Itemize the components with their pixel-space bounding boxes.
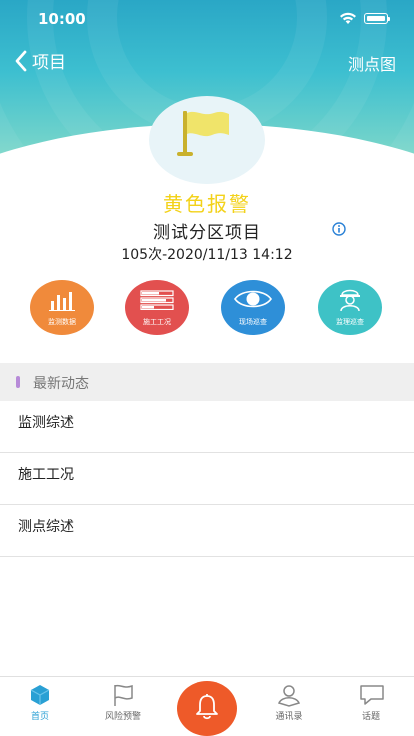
monitor-data-label: 监测数据 xyxy=(48,318,76,326)
supervisor-inspection-button[interactable]: 监理巡查 xyxy=(318,280,382,335)
tab-topics[interactable]: 话题 xyxy=(336,677,406,736)
home-icon xyxy=(30,685,50,705)
back-label: 项目 xyxy=(32,53,66,73)
site-inspection-button[interactable]: 现场巡查 xyxy=(221,280,285,335)
tab-label: 话题 xyxy=(361,712,380,722)
bar-chart-icon xyxy=(49,292,75,311)
nav-bar: 项目 测点图 xyxy=(0,44,414,78)
measure-point-map-link[interactable]: 测点图 xyxy=(348,51,396,75)
status-time: 10:00 xyxy=(38,10,86,28)
list-item-point-summary[interactable]: 测点综述 xyxy=(0,505,414,557)
battery-icon xyxy=(364,13,390,24)
alarm-level: 黄色报警 xyxy=(163,192,251,216)
alert-center-button[interactable] xyxy=(177,681,237,736)
contacts-icon xyxy=(277,685,301,707)
tab-home[interactable]: 首页 xyxy=(5,677,75,736)
status-bar: 10:00 xyxy=(0,0,414,36)
project-screen: 10:00 项目 测点图 黄色报警 测试分区项目 105次-2020/11/13… xyxy=(0,0,414,736)
tab-contacts[interactable]: 通讯录 xyxy=(254,677,324,736)
inspector-icon xyxy=(340,289,360,311)
chat-icon xyxy=(360,685,384,705)
tab-risk-warning[interactable]: 风险预警 xyxy=(88,677,158,736)
list-item-label: 测点综述 xyxy=(18,519,74,535)
supervisor-inspection-label: 监理巡查 xyxy=(336,318,364,326)
list-item-label: 监测综述 xyxy=(18,415,74,431)
tab-label: 通讯录 xyxy=(275,712,303,722)
section-title: 最新动态 xyxy=(33,376,89,392)
project-name: 测试分区项目 xyxy=(153,223,261,243)
list-item-construction-status[interactable]: 施工工况 xyxy=(0,453,414,505)
bell-icon xyxy=(196,694,218,720)
construction-status-label: 施工工况 xyxy=(143,318,171,326)
list-item-monitoring-summary[interactable]: 监测综述 xyxy=(0,401,414,453)
tab-label: 首页 xyxy=(30,712,49,722)
action-buttons: 监测数据 施工工况 现场巡查 监理巡查 xyxy=(0,280,414,340)
construction-status-button[interactable]: 施工工况 xyxy=(125,280,189,335)
project-meta: 105次-2020/11/13 14:12 xyxy=(121,247,293,263)
news-list: 监测综述 施工工况 测点综述 xyxy=(0,401,414,557)
list-item-label: 施工工况 xyxy=(18,467,74,483)
latest-news-header: 最新动态 xyxy=(0,363,414,401)
chevron-left-icon xyxy=(15,50,27,71)
wifi-icon xyxy=(340,12,356,24)
eye-icon xyxy=(234,290,272,308)
tab-label: 风险预警 xyxy=(104,712,141,722)
info-icon[interactable] xyxy=(332,222,346,236)
alarm-flag-icon xyxy=(177,111,229,156)
list-icon xyxy=(140,290,174,310)
site-inspection-label: 现场巡查 xyxy=(239,318,267,326)
back-button[interactable]: 项目 xyxy=(14,48,66,73)
section-marker xyxy=(16,376,20,388)
monitor-data-button[interactable]: 监测数据 xyxy=(30,280,94,335)
flag-icon xyxy=(114,684,133,706)
